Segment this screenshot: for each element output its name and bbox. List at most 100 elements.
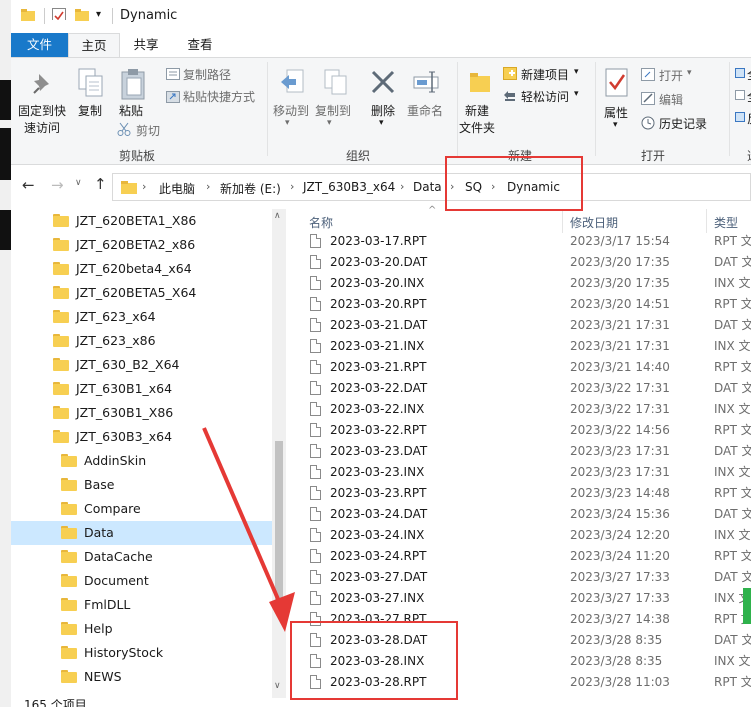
file-row[interactable]: 2023-03-21.RPT 2023/3/21 14:40 RPT 文 xyxy=(296,357,751,378)
breadcrumb-separator-icon[interactable]: › xyxy=(142,180,146,193)
file-row[interactable]: 2023-03-24.RPT 2023/3/24 11:20 RPT 文 xyxy=(296,546,751,567)
tab-share[interactable]: 共享 xyxy=(120,33,172,57)
new-folder-label-line1: 新建 xyxy=(465,104,490,118)
breadcrumb-data[interactable]: Data xyxy=(413,180,442,194)
select-none-label[interactable]: 全 xyxy=(747,88,751,105)
history-icon xyxy=(641,116,655,130)
easy-access-label: 轻松访问 xyxy=(521,90,570,104)
file-row[interactable]: 2023-03-20.DAT 2023/3/20 17:35 DAT 文 xyxy=(296,252,751,273)
tree-item[interactable]: JZT_620BETA5_X64 xyxy=(53,281,196,305)
pin-icon xyxy=(33,74,49,94)
file-type: RPT 文 xyxy=(714,423,751,437)
pin-label-line2: 速访问 xyxy=(24,121,61,135)
file-row[interactable]: 2023-03-23.DAT 2023/3/23 17:31 DAT 文 xyxy=(296,441,751,462)
file-row[interactable]: 2023-03-20.RPT 2023/3/20 14:51 RPT 文 xyxy=(296,294,751,315)
forward-arrow-icon[interactable]: → xyxy=(51,176,64,194)
new-folder-icon xyxy=(470,73,490,92)
breadcrumb-drive-e[interactable]: 新加卷 (E:) xyxy=(220,180,281,197)
tree-item[interactable]: AddinSkin xyxy=(61,449,146,473)
invert-selection-label[interactable]: 反 xyxy=(747,110,751,127)
tree-item[interactable]: Help xyxy=(61,617,113,641)
file-row[interactable]: 2023-03-27.DAT 2023/3/27 17:33 DAT 文 xyxy=(296,567,751,588)
background-window-strip xyxy=(0,0,11,707)
file-icon xyxy=(310,276,321,290)
breadcrumb-jzt-630b3[interactable]: JZT_630B3_x64 xyxy=(303,180,395,194)
file-row[interactable]: 2023-03-21.DAT 2023/3/21 17:31 DAT 文 xyxy=(296,315,751,336)
tree-item[interactable]: Document xyxy=(61,569,149,593)
address-bar[interactable]: › 此电脑 › 新加卷 (E:) › JZT_630B3_x64 › Data … xyxy=(112,173,751,201)
tree-item[interactable]: JZT_623_x64 xyxy=(53,305,156,329)
file-date-modified: 2023/3/21 17:31 xyxy=(570,318,670,332)
file-row[interactable]: 2023-03-23.INX 2023/3/23 17:31 INX 文 xyxy=(296,462,751,483)
file-row[interactable]: 2023-03-22.INX 2023/3/22 17:31 INX 文 xyxy=(296,399,751,420)
breadcrumb-separator-icon[interactable]: › xyxy=(400,180,404,193)
recent-locations-chevron-icon[interactable]: ∨ xyxy=(75,178,82,188)
select-all-label[interactable]: 全 xyxy=(747,66,751,83)
file-row[interactable]: 2023-03-20.INX 2023/3/20 17:35 INX 文 xyxy=(296,273,751,294)
folder-icon xyxy=(53,406,69,419)
nav-pane-scrollbar[interactable]: ∧ ∨ xyxy=(272,209,286,698)
file-row[interactable]: 2023-03-17.RPT 2023/3/17 15:54 RPT 文 xyxy=(296,231,751,252)
file-row[interactable]: 2023-03-24.DAT 2023/3/24 15:36 DAT 文 xyxy=(296,504,751,525)
tab-file[interactable]: 文件 xyxy=(11,33,68,57)
quick-access-dropdown-icon[interactable]: ▾ xyxy=(96,9,101,20)
breadcrumb-this-pc[interactable]: 此电脑 xyxy=(159,180,195,197)
folder-icon xyxy=(53,262,69,275)
breadcrumb-separator-icon[interactable]: › xyxy=(290,180,294,193)
file-date-modified: 2023/3/21 17:31 xyxy=(570,339,670,353)
file-row[interactable]: 2023-03-24.INX 2023/3/24 12:20 INX 文 xyxy=(296,525,751,546)
group-separator xyxy=(267,62,268,156)
file-icon xyxy=(310,528,321,542)
column-type[interactable]: 类型 xyxy=(714,214,738,231)
tree-item[interactable]: JZT_620BETA1_X86 xyxy=(53,209,196,233)
up-arrow-icon[interactable]: ↑ xyxy=(94,175,107,193)
tree-item[interactable]: Compare xyxy=(61,497,141,521)
properties-dropdown-icon: ▾ xyxy=(613,120,618,130)
file-row[interactable]: 2023-03-22.RPT 2023/3/22 14:56 RPT 文 xyxy=(296,420,751,441)
properties-check-icon[interactable] xyxy=(52,8,66,20)
tree-item[interactable]: JZT_620beta4_x64 xyxy=(53,257,192,281)
tree-item[interactable]: NEWS xyxy=(61,665,122,689)
tree-item[interactable]: DataCache xyxy=(61,545,153,569)
file-name: 2023-03-20.RPT xyxy=(330,297,427,311)
tree-item-label: Base xyxy=(84,477,115,492)
tree-item[interactable]: JZT_630_B2_X64 xyxy=(53,353,180,377)
annotation-highlight-box xyxy=(445,156,583,211)
scroll-up-icon[interactable]: ∧ xyxy=(274,211,281,221)
folder-icon xyxy=(53,286,69,299)
column-date-modified[interactable]: 修改日期 xyxy=(570,214,618,231)
tree-item[interactable]: JZT_630B3_x64 xyxy=(53,425,172,449)
tree-item[interactable]: JZT_623_x86 xyxy=(53,329,156,353)
column-name[interactable]: 名称 xyxy=(309,214,333,231)
sort-ascending-icon: ^ xyxy=(428,205,437,216)
file-row[interactable]: 2023-03-23.RPT 2023/3/23 14:48 RPT 文 xyxy=(296,483,751,504)
file-row[interactable]: 2023-03-21.INX 2023/3/21 17:31 INX 文 xyxy=(296,336,751,357)
tree-item[interactable]: JZT_620BETA2_x86 xyxy=(53,233,195,257)
tab-view[interactable]: 查看 xyxy=(174,33,226,57)
tree-item[interactable]: Data xyxy=(11,521,272,545)
new-folder-quick-icon[interactable] xyxy=(75,9,89,21)
file-icon xyxy=(310,465,321,479)
file-date-modified: 2023/3/22 14:56 xyxy=(570,423,670,437)
file-date-modified: 2023/3/28 8:35 xyxy=(570,654,663,668)
file-row[interactable]: 2023-03-22.DAT 2023/3/22 17:31 DAT 文 xyxy=(296,378,751,399)
file-date-modified: 2023/3/28 11:03 xyxy=(570,675,670,689)
tree-item[interactable]: HistoryStock xyxy=(61,641,163,665)
scroll-down-icon[interactable]: ∨ xyxy=(274,681,281,691)
file-type: INX 文 xyxy=(714,339,751,353)
breadcrumb-separator-icon[interactable]: › xyxy=(206,180,210,193)
back-arrow-icon[interactable]: ← xyxy=(22,176,35,194)
tree-item[interactable]: JZT_630B1_X86 xyxy=(53,401,173,425)
folder-icon xyxy=(61,622,77,635)
file-type: DAT 文 xyxy=(714,255,751,269)
tree-item[interactable]: Base xyxy=(61,473,114,497)
column-divider[interactable] xyxy=(706,209,707,233)
file-row[interactable]: 2023-03-27.INX 2023/3/27 17:33 INX 文 xyxy=(296,588,751,609)
tree-item[interactable]: FmlDLL xyxy=(61,593,130,617)
column-divider[interactable] xyxy=(562,209,563,233)
folder-icon xyxy=(53,430,69,443)
tab-home[interactable]: 主页 xyxy=(68,33,120,57)
tree-item-label: DataCache xyxy=(84,549,153,564)
scrollbar-thumb[interactable] xyxy=(275,441,283,609)
tree-item[interactable]: JZT_630B1_x64 xyxy=(53,377,172,401)
